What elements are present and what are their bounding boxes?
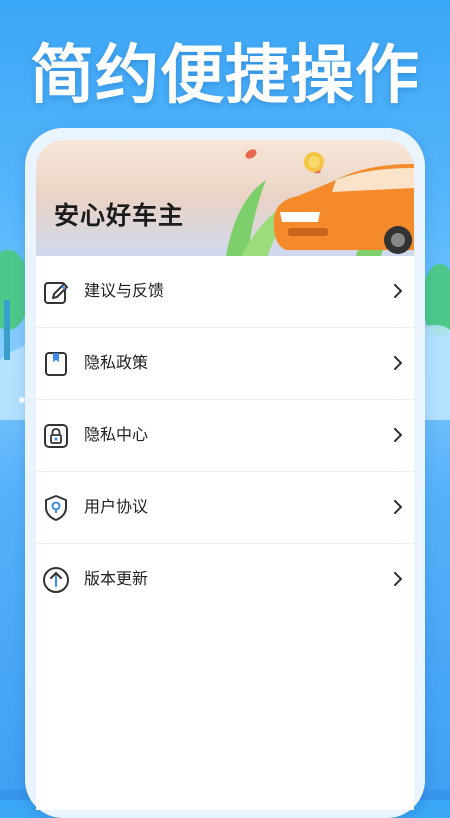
bookmark-icon	[45, 352, 67, 376]
banner-title: 安心好车主	[54, 201, 185, 230]
chevron-right-icon	[394, 356, 402, 370]
menu-label: 版本更新	[84, 569, 149, 588]
menu-item-privacy-center[interactable]: 隐私中心	[36, 400, 414, 472]
lock-icon	[44, 424, 68, 448]
app-screen: 安心好车主 建议与反馈 隐私政策 隐私中心 用户协议 版本更新	[36, 140, 414, 810]
edit-icon	[44, 282, 68, 304]
menu-item-user-agreement[interactable]: 用户协议	[36, 472, 414, 544]
menu-label: 建议与反馈	[84, 281, 165, 300]
menu-label: 隐私中心	[84, 425, 149, 444]
menu-label: 用户协议	[84, 497, 149, 516]
shield-icon	[45, 495, 67, 521]
chevron-right-icon	[394, 284, 402, 298]
menu-item-version-update[interactable]: 版本更新	[36, 544, 414, 615]
menu-list: 建议与反馈 隐私政策 隐私中心 用户协议 版本更新	[36, 256, 414, 615]
arrow-up-icon	[43, 567, 69, 593]
menu-item-privacy-policy[interactable]: 隐私政策	[36, 328, 414, 400]
chevron-right-icon	[394, 572, 402, 586]
menu-label: 隐私政策	[84, 353, 149, 372]
menu-item-feedback[interactable]: 建议与反馈	[36, 256, 414, 328]
chevron-right-icon	[394, 428, 402, 442]
banner: 安心好车主	[36, 140, 414, 256]
headline-title: 简约便捷操作	[30, 39, 420, 113]
chevron-right-icon	[394, 500, 402, 514]
